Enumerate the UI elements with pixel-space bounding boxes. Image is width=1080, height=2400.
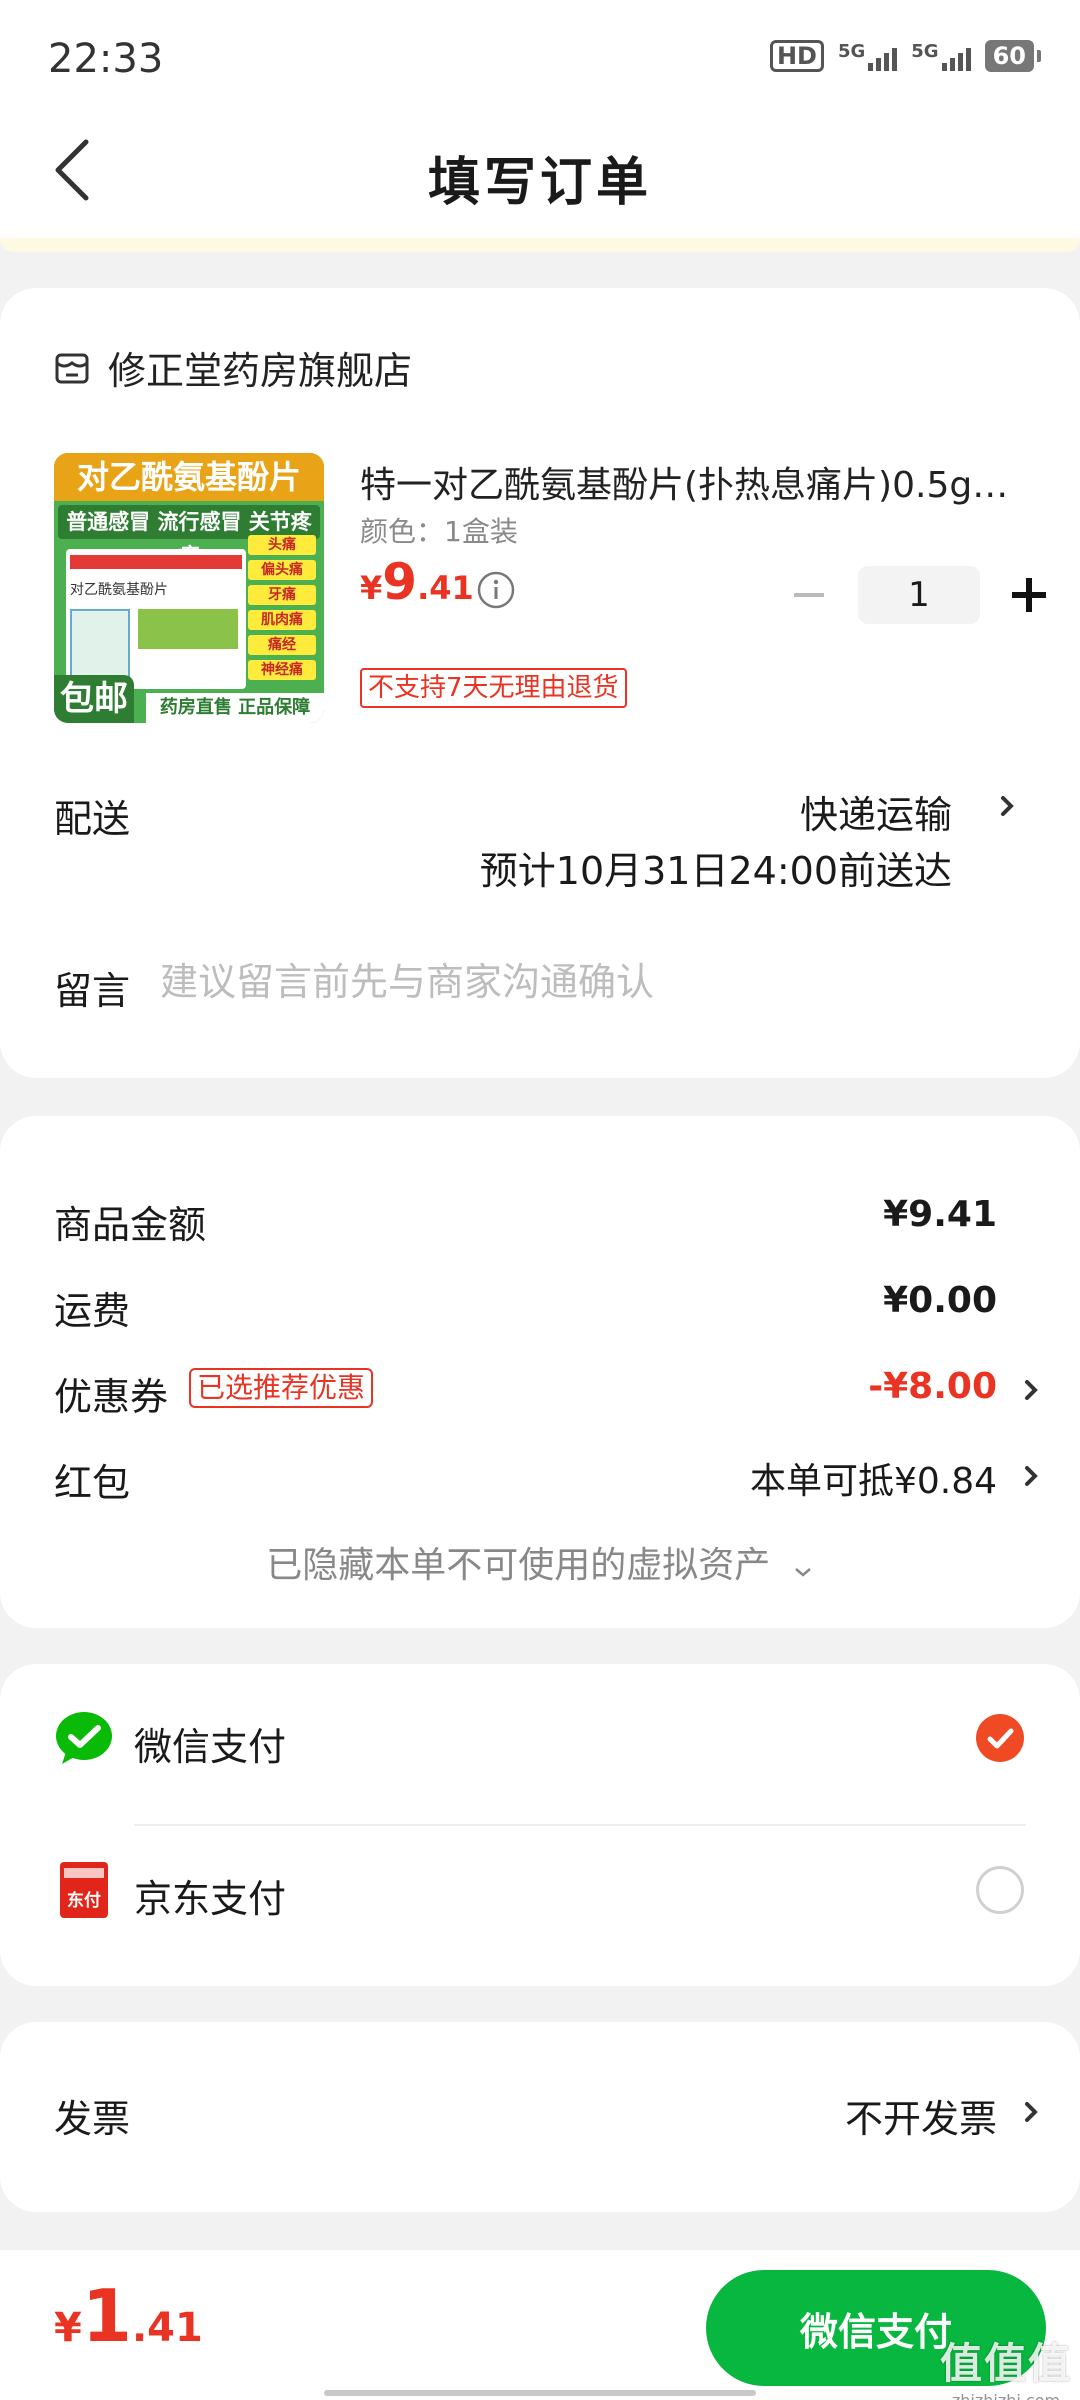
signal-icon: 5G <box>837 41 898 71</box>
signal-icon-2: 5G <box>911 41 971 71</box>
coupon-tag: 已选推荐优惠 <box>189 1368 374 1408</box>
hd-icon: HD <box>769 40 824 72</box>
symptom-tag: 肌肉痛 <box>248 610 316 630</box>
checkout-bar: ¥1.41 微信支付 <box>0 2250 1080 2400</box>
shipping-fee-row: 运费 ¥0.00 <box>54 1274 1080 1334</box>
coupon-label: 优惠券 <box>54 1375 169 1419</box>
divider <box>134 1824 1026 1826</box>
notice-strip <box>0 238 1080 252</box>
payment-method-card: 微信支付 东付 京东支付 <box>0 1664 1080 1986</box>
chevron-right-icon <box>1025 1466 1038 1486</box>
decrease-button[interactable] <box>780 566 838 624</box>
price-summary-card: 商品金额 ¥9.41 运费 ¥0.00 优惠券 已选推荐优惠 -¥8.00 红包… <box>0 1116 1080 1628</box>
info-icon[interactable] <box>476 570 516 610</box>
network-label: 5G <box>837 41 866 62</box>
price-decimal: .41 <box>417 569 474 607</box>
check-icon <box>987 1728 1014 1749</box>
goods-amount-value: ¥9.41 <box>883 1194 997 1235</box>
jd-pay-icon-text: 东付 <box>67 1890 101 1911</box>
increase-button[interactable] <box>1000 566 1058 624</box>
hidden-assets-text: 已隐藏本单不可使用的虚拟资产 <box>266 1545 771 1586</box>
product-image-footer: 药房直售 正品保障 <box>146 693 324 723</box>
radio-unselected[interactable] <box>976 1866 1024 1914</box>
store-name: 修正堂药房旗舰店 <box>108 349 413 393</box>
goods-amount-row: 商品金额 ¥9.41 <box>54 1188 1080 1248</box>
product-image[interactable]: 对乙酰氨基酚片 普通感冒 流行感冒 关节疼痛 对乙酰氨基酚片 头痛 偏头痛 牙痛… <box>54 453 324 723</box>
quantity-stepper: 1 <box>780 566 1058 624</box>
chevron-right-icon <box>1025 1380 1038 1400</box>
symptom-tag: 偏头痛 <box>248 560 316 580</box>
symptom-tag: 牙痛 <box>248 585 316 605</box>
wechat-pay-icon <box>56 1712 112 1764</box>
home-indicator[interactable] <box>324 2390 756 2396</box>
product-spec: 颜色：1盒装 <box>360 515 518 548</box>
total-price: ¥1.41 <box>54 2274 203 2358</box>
quantity-value[interactable]: 1 <box>858 566 980 624</box>
message-label: 留言 <box>54 969 131 1013</box>
symptom-tag: 神经痛 <box>248 660 316 680</box>
delivery-eta: 预计10月31日24:00前送达 <box>479 849 952 893</box>
hidden-assets-toggle[interactable]: 已隐藏本单不可使用的虚拟资产 <box>0 1536 1080 1588</box>
total-integer: 1 <box>81 2274 132 2358</box>
radio-selected[interactable] <box>976 1714 1024 1762</box>
total-symbol: ¥ <box>54 2305 82 2351</box>
status-time: 22:33 <box>48 36 164 82</box>
payment-name: 京东支付 <box>134 1877 287 1921</box>
watermark: 值值值 zhizhizhi.com <box>940 2330 1072 2400</box>
shipping-fee-label: 运费 <box>54 1289 131 1333</box>
delivery-method[interactable]: 快递运输 <box>800 784 952 839</box>
watermark-url: zhizhizhi.com <box>940 2391 1072 2400</box>
price-symbol: ¥ <box>360 569 383 607</box>
product-image-tags: 头痛 偏头痛 牙痛 肌肉痛 痛经 神经痛 <box>248 535 316 680</box>
invoice-card[interactable]: 发票 不开发票 <box>0 2022 1080 2212</box>
chevron-down-icon <box>792 1547 814 1588</box>
chevron-right-icon <box>1025 2102 1038 2122</box>
coupon-chevron[interactable] <box>1020 1372 1044 1408</box>
store-icon <box>55 353 89 383</box>
red-packet-value: 本单可抵¥0.84 <box>749 1461 997 1502</box>
nav-bar: 填写订单 <box>0 120 1080 238</box>
product-price: ¥9.41 <box>360 553 474 611</box>
store-header[interactable]: 修正堂药房旗舰店 <box>54 340 412 395</box>
product-box-art: 对乙酰氨基酚片 <box>66 549 246 689</box>
order-item-card: 修正堂药房旗舰店 对乙酰氨基酚片 普通感冒 流行感冒 关节疼痛 对乙酰氨基酚片 … <box>0 288 1080 1078</box>
free-shipping-badge: 包邮 <box>54 675 134 723</box>
delivery-label: 配送 <box>54 797 131 841</box>
product-image-headline: 对乙酰氨基酚片 <box>54 453 324 501</box>
jd-pay-icon: 东付 <box>60 1862 108 1918</box>
product-title[interactable]: 特一对乙酰氨基酚片(扑热息痛片)0.5g×20片 <box>360 456 1020 508</box>
message-input[interactable] <box>160 952 1000 1012</box>
status-icons: HD 5G 5G 60 <box>769 40 1042 72</box>
invoice-label: 发票 <box>54 2097 131 2141</box>
product-image-banner: 普通感冒 流行感冒 关节疼痛 <box>58 505 320 568</box>
invoice-value: 不开发票 <box>844 2097 997 2141</box>
minus-icon <box>794 593 824 597</box>
symptom-tag: 头痛 <box>248 535 316 555</box>
goods-amount-label: 商品金额 <box>54 1203 207 1247</box>
watermark-logo: 值值值 <box>939 2339 1072 2388</box>
invoice-chevron[interactable] <box>1020 2094 1044 2130</box>
coupon-value: -¥8.00 <box>868 1366 997 1407</box>
delivery-chevron[interactable] <box>996 788 1020 824</box>
chevron-right-icon <box>1001 796 1014 816</box>
total-decimal: .41 <box>131 2305 203 2351</box>
return-policy-tag: 不支持7天无理由退货 <box>360 668 627 708</box>
payment-option-jd[interactable]: 东付 京东支付 <box>54 1830 1026 1950</box>
network-label-2: 5G <box>911 41 939 62</box>
coupon-row[interactable]: 优惠券 已选推荐优惠 -¥8.00 <box>54 1360 1080 1420</box>
payment-option-wechat[interactable]: 微信支付 <box>54 1678 1026 1798</box>
battery-icon: 60 <box>984 40 1042 72</box>
red-packet-chevron[interactable] <box>1020 1458 1044 1494</box>
shipping-fee-value: ¥0.00 <box>883 1280 997 1321</box>
symptom-tag: 痛经 <box>248 635 316 655</box>
price-integer: 9 <box>382 553 418 611</box>
status-bar: 22:33 HD 5G 5G 60 <box>0 0 1080 120</box>
red-packet-label: 红包 <box>54 1461 131 1505</box>
payment-name: 微信支付 <box>134 1725 287 1769</box>
product-box-text: 对乙酰氨基酚片 <box>70 582 168 598</box>
red-packet-row[interactable]: 红包 本单可抵¥0.84 <box>54 1446 1080 1506</box>
page-title: 填写订单 <box>427 153 652 213</box>
